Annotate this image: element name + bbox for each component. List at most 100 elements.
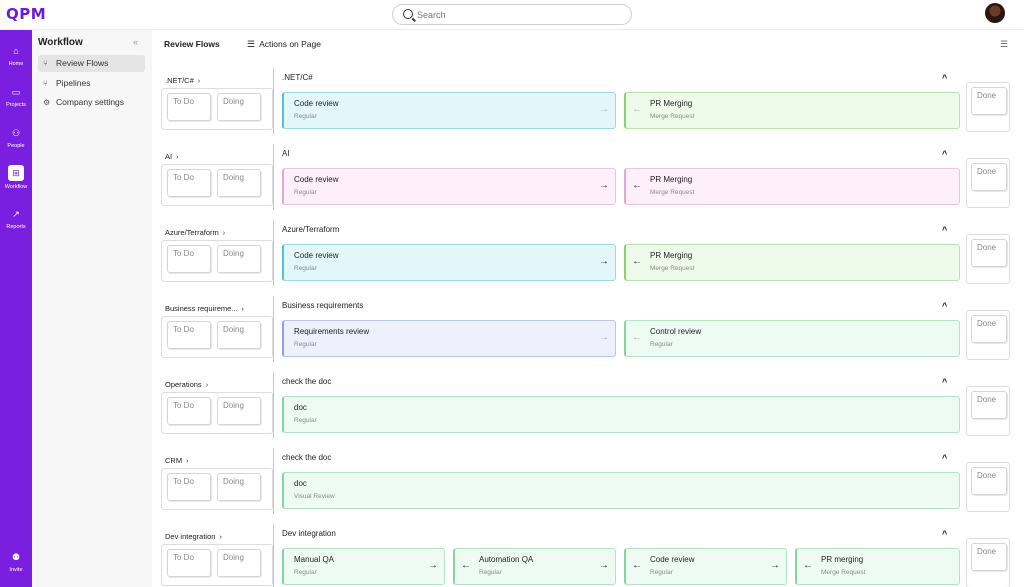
review-card[interactable]: Code review Regular → (282, 92, 616, 129)
search-input[interactable] (417, 8, 617, 22)
card-type: Regular (294, 341, 317, 348)
sidebar-item-review-flows[interactable]: ⑂ Review Flows (38, 55, 145, 72)
rail-item-home[interactable]: ⌂ Home (0, 40, 32, 74)
stage-todo[interactable]: To Do (167, 473, 211, 501)
review-card[interactable]: doc Regular (282, 396, 960, 433)
review-card[interactable]: Requirements review Regular → (282, 320, 616, 357)
review-card[interactable]: Code review Regular → (282, 168, 616, 205)
rail-item-invite[interactable]: ⚉ Invite (0, 546, 32, 580)
arrow-left-icon[interactable]: ← (632, 180, 642, 191)
review-card[interactable]: ← Control review Regular (624, 320, 960, 357)
review-card[interactable]: ← Automation QA Regular → (453, 548, 616, 585)
stage-doing[interactable]: Doing (217, 93, 261, 121)
collapse-icon[interactable]: ^ (942, 529, 947, 539)
rail-item-projects[interactable]: ▭ Projects (0, 81, 32, 115)
rail-label: Home (8, 61, 24, 67)
sidebar-item-company-settings[interactable]: ⚙ Company settings (38, 94, 145, 111)
card-name: Code review (294, 99, 339, 108)
actions-on-page-button[interactable]: ☰ Actions on Page (247, 39, 321, 50)
arrow-left-icon[interactable]: ← (632, 560, 642, 571)
stage-done[interactable]: Done (971, 467, 1007, 495)
review-card[interactable]: ← PR merging Merge Request (795, 548, 960, 585)
flow-label[interactable]: .NET/C# › (165, 76, 200, 85)
arrow-right-icon[interactable]: → (599, 256, 609, 267)
collapse-sidebar-icon[interactable]: « (133, 37, 138, 47)
filter-icon[interactable]: ☰ (1000, 39, 1008, 50)
collapse-icon[interactable]: ^ (942, 301, 947, 311)
arrow-right-icon[interactable]: → (599, 560, 609, 571)
arrow-right-icon[interactable]: → (599, 180, 609, 191)
stage-todo[interactable]: To Do (167, 321, 211, 349)
card-name: PR Merging (650, 175, 693, 184)
stage-done[interactable]: Done (971, 543, 1007, 571)
stage-doing[interactable]: Doing (217, 245, 261, 273)
flow-name: Dev integration (282, 529, 336, 538)
stage-todo[interactable]: To Do (167, 397, 211, 425)
flow-panel: Azure/Terraform ^ Code review Regular → … (273, 220, 961, 286)
review-card[interactable]: ← PR Merging Merge Request (624, 168, 960, 205)
flow-label[interactable]: AI › (165, 152, 178, 161)
stage-todo[interactable]: To Do (167, 93, 211, 121)
arrow-left-icon[interactable]: ← (632, 104, 642, 115)
collapse-icon[interactable]: ^ (942, 377, 947, 387)
collapse-icon[interactable]: ^ (942, 73, 947, 83)
stage-done[interactable]: Done (971, 239, 1007, 267)
rail-item-reports[interactable]: ↗ Reports (0, 203, 32, 237)
card-type: Regular (294, 569, 317, 576)
flow-label[interactable]: Dev integration › (165, 532, 222, 541)
arrow-right-icon[interactable]: → (428, 560, 438, 571)
stage-todo[interactable]: To Do (167, 169, 211, 197)
stage-doing[interactable]: Doing (217, 397, 261, 425)
rail-item-workflow[interactable]: ⊞ Workflow (0, 162, 32, 196)
user-avatar[interactable] (985, 3, 1005, 23)
invite-icon: ⚉ (11, 552, 21, 562)
stage-todo[interactable]: To Do (167, 245, 211, 273)
review-card[interactable]: Code review Regular → (282, 244, 616, 281)
stage-done[interactable]: Done (971, 163, 1007, 191)
stage-doing[interactable]: Doing (217, 473, 261, 501)
flow-label[interactable]: Business requireme... › (165, 304, 244, 313)
collapse-icon[interactable]: ^ (942, 149, 947, 159)
review-card[interactable]: ← Code review Regular → (624, 548, 787, 585)
arrow-left-icon[interactable]: ← (803, 560, 813, 571)
tab-review-flows[interactable]: Review Flows (164, 39, 220, 49)
stage-done[interactable]: Done (971, 391, 1007, 419)
stage-done[interactable]: Done (971, 87, 1007, 115)
arrow-right-icon[interactable]: → (599, 332, 609, 343)
rail-item-people[interactable]: ⚇ People (0, 122, 32, 156)
stage-done[interactable]: Done (971, 315, 1007, 343)
flow-label-text: Dev integration (165, 532, 216, 541)
folder-icon: ▭ (11, 87, 21, 97)
collapse-icon[interactable]: ^ (942, 453, 947, 463)
card-name: Code review (294, 251, 339, 260)
card-type: Regular (294, 189, 317, 196)
chevron-right-icon: › (241, 306, 244, 313)
arrow-right-icon[interactable]: → (599, 104, 609, 115)
chevron-right-icon: › (197, 78, 201, 85)
flow-row: Operations › To Do Doing check the doc ^ … (152, 372, 1024, 448)
done-box: Done (966, 158, 1010, 208)
collapse-icon[interactable]: ^ (942, 225, 947, 235)
flow-label[interactable]: Operations › (165, 380, 208, 389)
stage-doing[interactable]: Doing (217, 549, 261, 577)
search-box[interactable] (392, 4, 632, 25)
stage-todo[interactable]: To Do (167, 549, 211, 577)
done-box: Done (966, 538, 1010, 587)
review-card[interactable]: Manual QA Regular → (282, 548, 445, 585)
workflow-sidebar: Workflow « ⑂ Review Flows ⑂ Pipelines ⚙ … (32, 30, 152, 587)
flow-label[interactable]: Azure/Terraform › (165, 228, 225, 237)
review-card[interactable]: doc Visual Review (282, 472, 960, 509)
sidebar-item-pipelines[interactable]: ⑂ Pipelines (38, 75, 145, 92)
flow-label[interactable]: CRM › (165, 456, 188, 465)
review-card[interactable]: ← PR Merging Merge Request (624, 92, 960, 129)
stage-doing[interactable]: Doing (217, 321, 261, 349)
arrow-right-icon[interactable]: → (770, 560, 780, 571)
review-card[interactable]: ← PR Merging Merge Request (624, 244, 960, 281)
sidebar-item-label: Review Flows (56, 58, 109, 68)
flow-panel: .NET/C# ^ Code review Regular → ← PR Mer… (273, 68, 961, 134)
arrow-left-icon[interactable]: ← (632, 256, 642, 267)
app-logo[interactable]: QPM (6, 5, 46, 23)
stage-doing[interactable]: Doing (217, 169, 261, 197)
arrow-left-icon[interactable]: ← (461, 560, 471, 571)
arrow-left-icon[interactable]: ← (632, 332, 642, 343)
